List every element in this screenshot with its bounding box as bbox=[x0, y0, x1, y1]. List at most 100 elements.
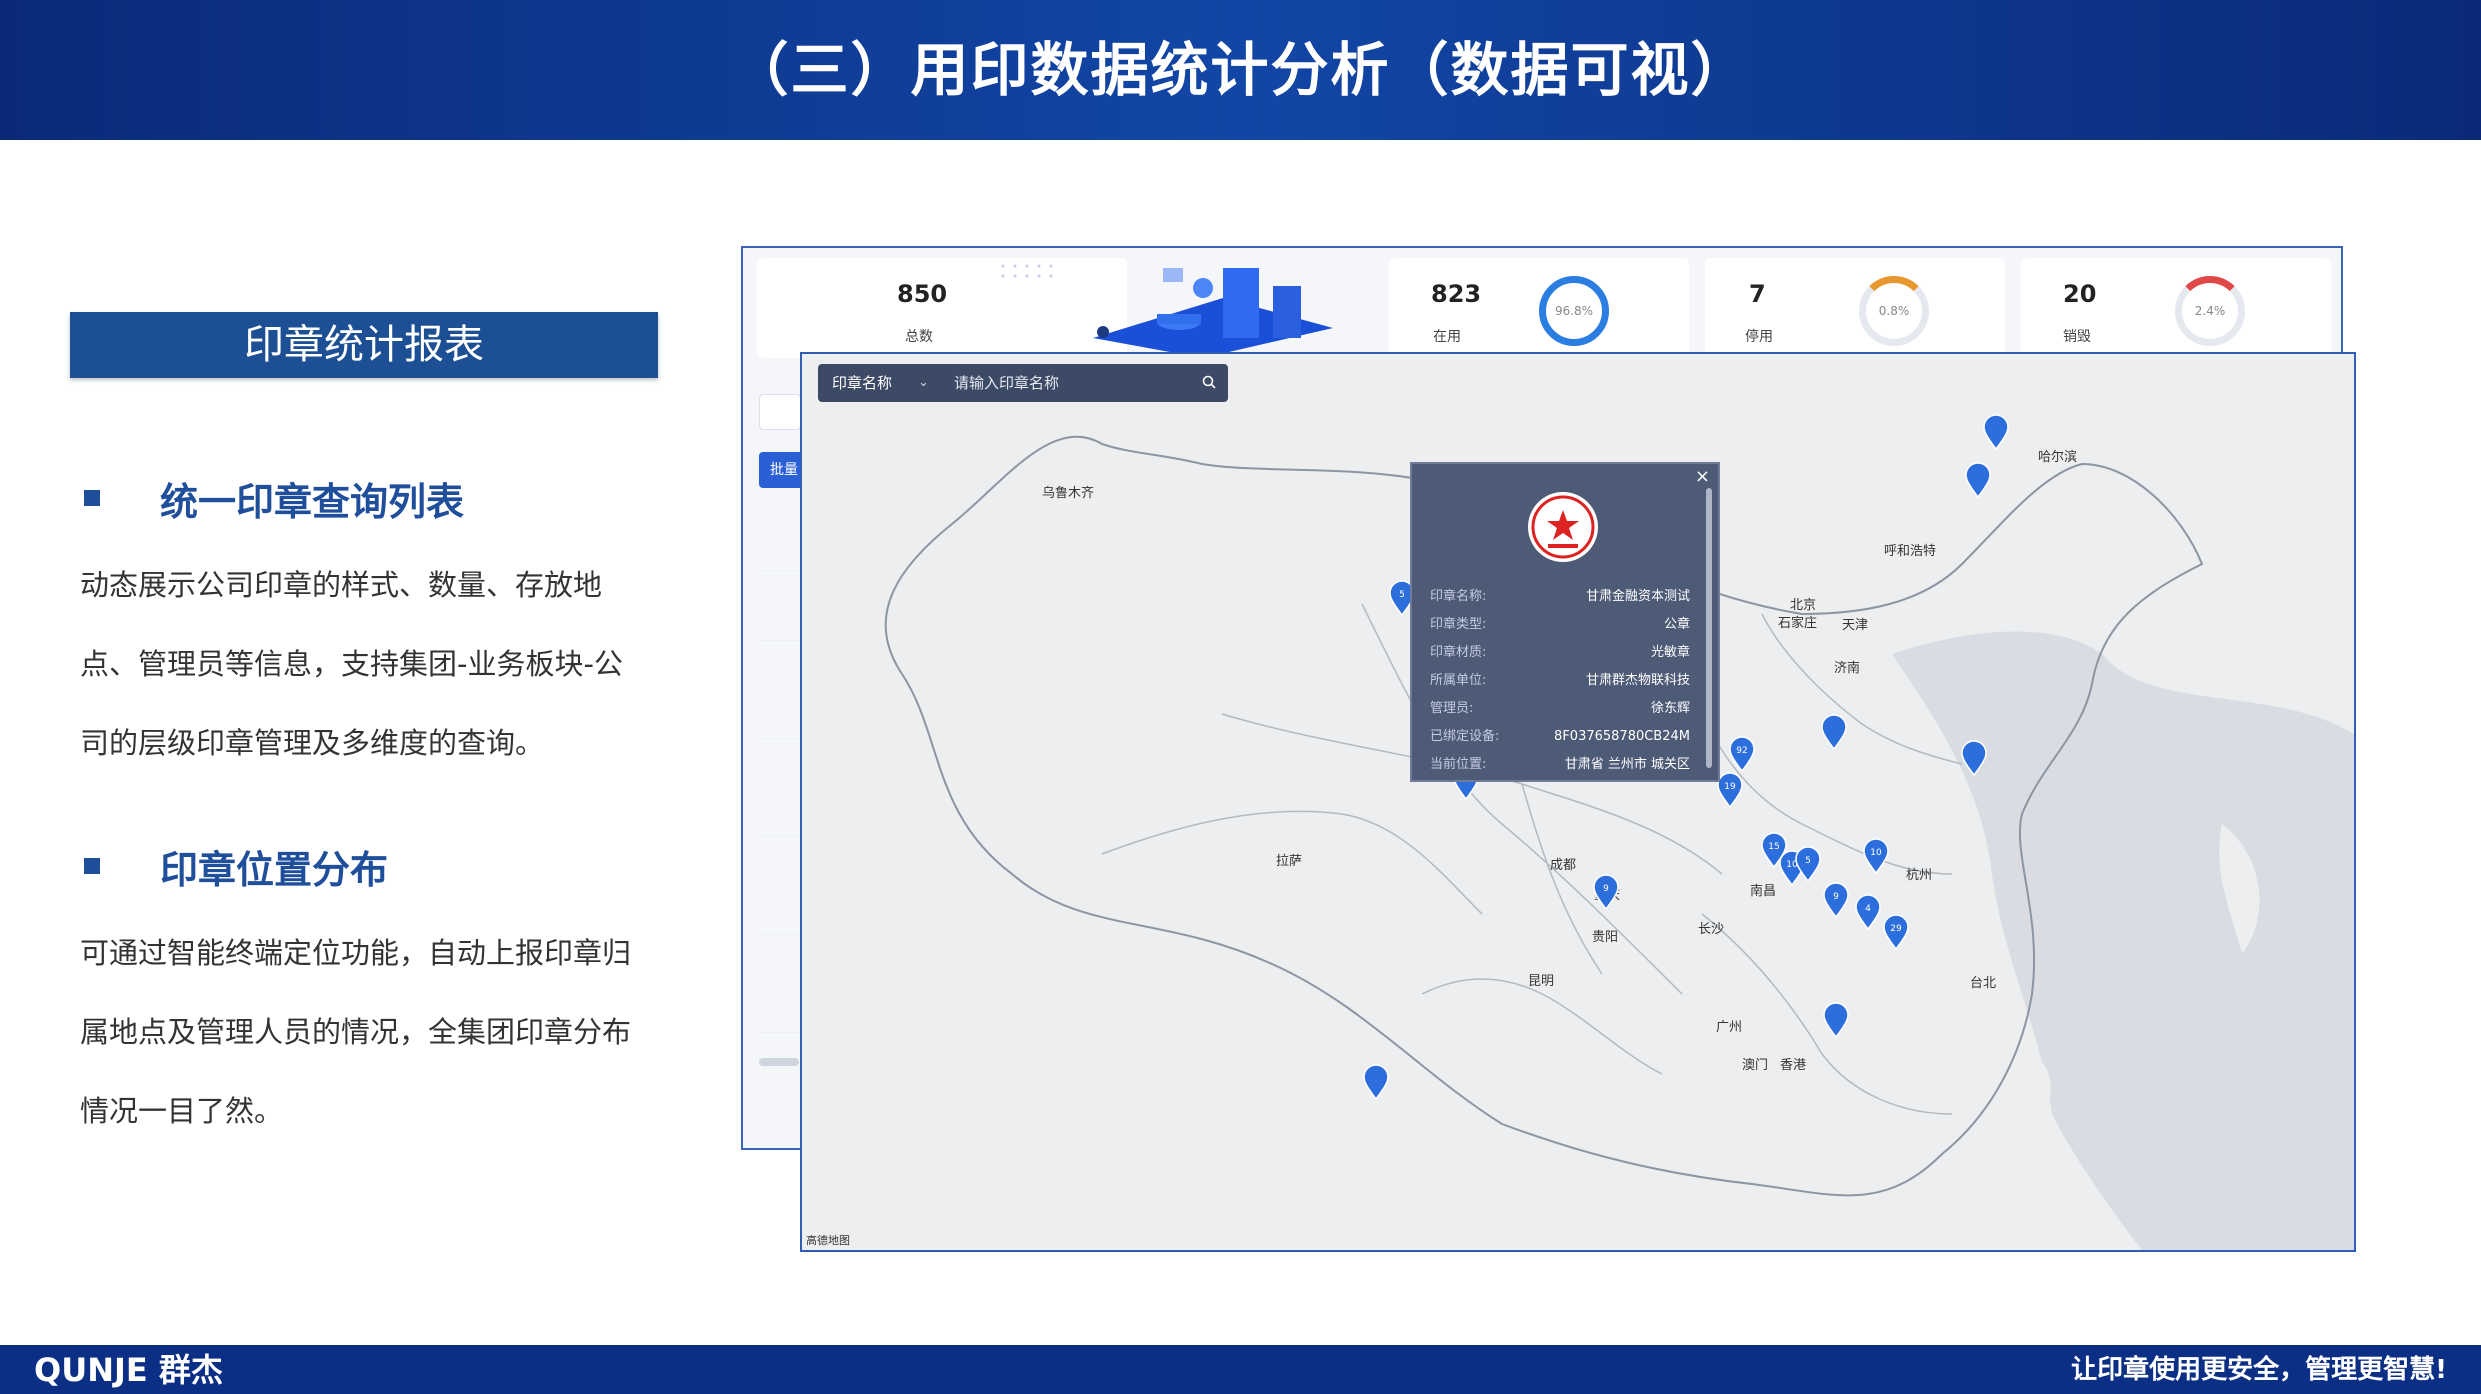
city-label: 呼和浩特 bbox=[1884, 544, 1937, 559]
stat-value: 850 bbox=[897, 280, 948, 308]
stat-ring: 96.8% bbox=[1539, 276, 1609, 346]
pin-count-label: 10 bbox=[1870, 848, 1882, 858]
brand-logo: QUNJE 群杰 bbox=[34, 1351, 223, 1389]
table-row[interactable] bbox=[759, 510, 799, 571]
city-label: 北京 bbox=[1790, 598, 1817, 613]
page-title: （三）用印数据统计分析（数据可视） bbox=[730, 36, 1751, 104]
city-label: 贵阳 bbox=[1592, 930, 1619, 945]
map-pin-icon[interactable] bbox=[1822, 1002, 1850, 1038]
popup-row: 印章类型: 公章 bbox=[1430, 617, 1690, 632]
close-icon[interactable]: × bbox=[1695, 466, 1710, 487]
stat-label: 停用 bbox=[1745, 329, 1773, 345]
bullet-square-icon bbox=[84, 490, 100, 506]
city-label: 拉萨 bbox=[1276, 854, 1303, 869]
city-label: 长沙 bbox=[1698, 922, 1725, 937]
description-line: 司的层级印章管理及多维度的查询。 bbox=[80, 726, 545, 760]
table-row[interactable] bbox=[759, 580, 799, 641]
pin-count-label: 19 bbox=[1724, 782, 1736, 792]
map-pin-icon[interactable] bbox=[1960, 740, 1988, 776]
description-line: 点、管理员等信息，支持集团-业务板块-公 bbox=[80, 647, 623, 681]
stat-percent: 2.4% bbox=[2194, 304, 2226, 318]
city-label: 天津 bbox=[1842, 618, 1869, 633]
stat-card-active: 823 在用 96.8% bbox=[1389, 258, 1689, 358]
stat-value: 823 bbox=[1431, 280, 1482, 308]
map-pin-count[interactable]: 5 bbox=[1794, 846, 1822, 882]
pin-count-label: 92 bbox=[1736, 746, 1747, 756]
seal-info-popup: × 印章名称: 甘肃金融资本测试 印章类型: 公章 印章材质: 光敏章 所属单位: 甘肃… bbox=[1410, 462, 1720, 782]
search-field-select[interactable]: 印章名称 bbox=[832, 364, 892, 402]
footer-slogan: 让印章使用更安全，管理更智慧! bbox=[2071, 1355, 2447, 1385]
description-line: 可通过智能终端定位功能，自动上报印章归 bbox=[80, 936, 632, 970]
stat-label: 在用 bbox=[1433, 329, 1461, 345]
bullet-square-icon bbox=[84, 858, 100, 874]
city-label: 南昌 bbox=[1750, 884, 1777, 899]
search-user-input[interactable] bbox=[759, 394, 801, 430]
city-label: 台北 bbox=[1970, 976, 1997, 991]
isometric-chart-illustration bbox=[1093, 268, 1333, 358]
popup-row: 管理员: 徐东辉 bbox=[1430, 701, 1690, 716]
map-pin-count[interactable]: 92 bbox=[1728, 736, 1756, 772]
stat-card-destroyed: 20 销毁 2.4% bbox=[2021, 258, 2331, 358]
feature-heading: 统一印章查询列表 bbox=[160, 479, 465, 524]
feature-query-list: 统一印章查询列表 动态展示公司印章的样式、数量、存放地 点、管理员等信息，支持集… bbox=[80, 470, 640, 783]
city-label: 乌鲁木齐 bbox=[1042, 486, 1095, 501]
city-label: 广州 bbox=[1716, 1020, 1743, 1035]
pin-count-label: 9 bbox=[1603, 884, 1609, 894]
stat-label: 销毁 bbox=[2063, 329, 2091, 345]
feature-heading: 印章位置分布 bbox=[160, 847, 389, 892]
stat-ring: 0.8% bbox=[1859, 276, 1929, 346]
search-input[interactable]: 请输入印章名称 bbox=[954, 364, 1059, 402]
map-pin-icon[interactable] bbox=[1362, 1064, 1390, 1100]
map-pin-count[interactable]: 4 bbox=[1854, 894, 1882, 930]
description-line: 属地点及管理人员的情况，全集团印章分布 bbox=[80, 1015, 632, 1049]
map-pin-icon[interactable] bbox=[1820, 714, 1848, 750]
stat-card-suspended: 7 停用 0.8% bbox=[1705, 258, 2005, 358]
pin-count-label: 5 bbox=[1399, 590, 1405, 600]
stat-ring: 2.4% bbox=[2175, 276, 2245, 346]
table-row[interactable] bbox=[759, 678, 799, 739]
description-line: 情况一目了然。 bbox=[80, 1094, 284, 1128]
city-label: 澳门 bbox=[1742, 1058, 1769, 1073]
map-pin-count[interactable]: 19 bbox=[1716, 772, 1744, 808]
map-pin-icon[interactable] bbox=[1982, 414, 2010, 450]
chevron-down-icon[interactable]: ⌄ bbox=[918, 364, 929, 402]
map-pin-count[interactable]: 9 bbox=[1592, 874, 1620, 910]
map-pin-icon[interactable] bbox=[1964, 462, 1992, 498]
popup-row: 印章名称: 甘肃金融资本测试 bbox=[1430, 589, 1690, 604]
map-attribution: 高德地图 bbox=[806, 1234, 850, 1247]
popup-row: 印章材质: 光敏章 bbox=[1430, 645, 1690, 660]
map-search-bar[interactable]: 印章名称 ⌄ 请输入印章名称 bbox=[818, 364, 1228, 402]
city-label: 哈尔滨 bbox=[2038, 450, 2078, 465]
city-label: 昆明 bbox=[1528, 974, 1555, 989]
stat-percent: 96.8% bbox=[1554, 304, 1594, 318]
stat-value: 7 bbox=[1749, 280, 1766, 308]
city-label: 石家庄 bbox=[1778, 616, 1818, 631]
header-bar: （三）用印数据统计分析（数据可视） bbox=[0, 0, 2481, 140]
seal-stamp-image bbox=[1528, 492, 1598, 562]
search-icon[interactable] bbox=[1202, 375, 1216, 389]
table-row[interactable] bbox=[759, 874, 799, 935]
feature-location-distribution: 印章位置分布 可通过智能终端定位功能，自动上报印章归 属地点及管理人员的情况，全… bbox=[80, 838, 640, 1151]
section-label: 印章统计报表 bbox=[70, 312, 658, 378]
description-line: 动态展示公司印章的样式、数量、存放地 bbox=[80, 568, 603, 602]
popup-row: 已绑定设备: 8F037658780CB24M bbox=[1430, 729, 1690, 744]
popup-scrollbar[interactable] bbox=[1706, 488, 1712, 768]
stat-value: 20 bbox=[2063, 280, 2097, 308]
pin-count-label: 5 bbox=[1805, 856, 1811, 866]
table-row[interactable] bbox=[759, 776, 799, 837]
pin-count-label: 9 bbox=[1833, 892, 1839, 902]
city-label: 杭州 bbox=[1906, 868, 1933, 883]
map-pin-count[interactable]: 29 bbox=[1882, 914, 1910, 950]
stat-label: 总数 bbox=[905, 329, 933, 345]
seal-location-map[interactable]: 印章名称 ⌄ 请输入印章名称 乌鲁木齐 哈尔滨 呼和浩特 北京 天津 石家庄 济… bbox=[800, 352, 2356, 1252]
pin-count-label: 29 bbox=[1890, 924, 1902, 934]
pin-count-label: 4 bbox=[1865, 904, 1871, 914]
table-row[interactable] bbox=[759, 972, 799, 1033]
city-label: 香港 bbox=[1780, 1058, 1807, 1073]
horizontal-scrollbar[interactable] bbox=[759, 1058, 799, 1066]
city-label: 济南 bbox=[1834, 661, 1861, 676]
map-pin-count[interactable]: 9 bbox=[1822, 882, 1850, 918]
map-pin-count[interactable]: 10 bbox=[1862, 838, 1890, 874]
popup-row: 当前位置: 甘肃省 兰州市 城关区 bbox=[1430, 757, 1690, 772]
feature-description: 动态展示公司印章的样式、数量、存放地 点、管理员等信息，支持集团-业务板块-公 … bbox=[80, 546, 640, 783]
